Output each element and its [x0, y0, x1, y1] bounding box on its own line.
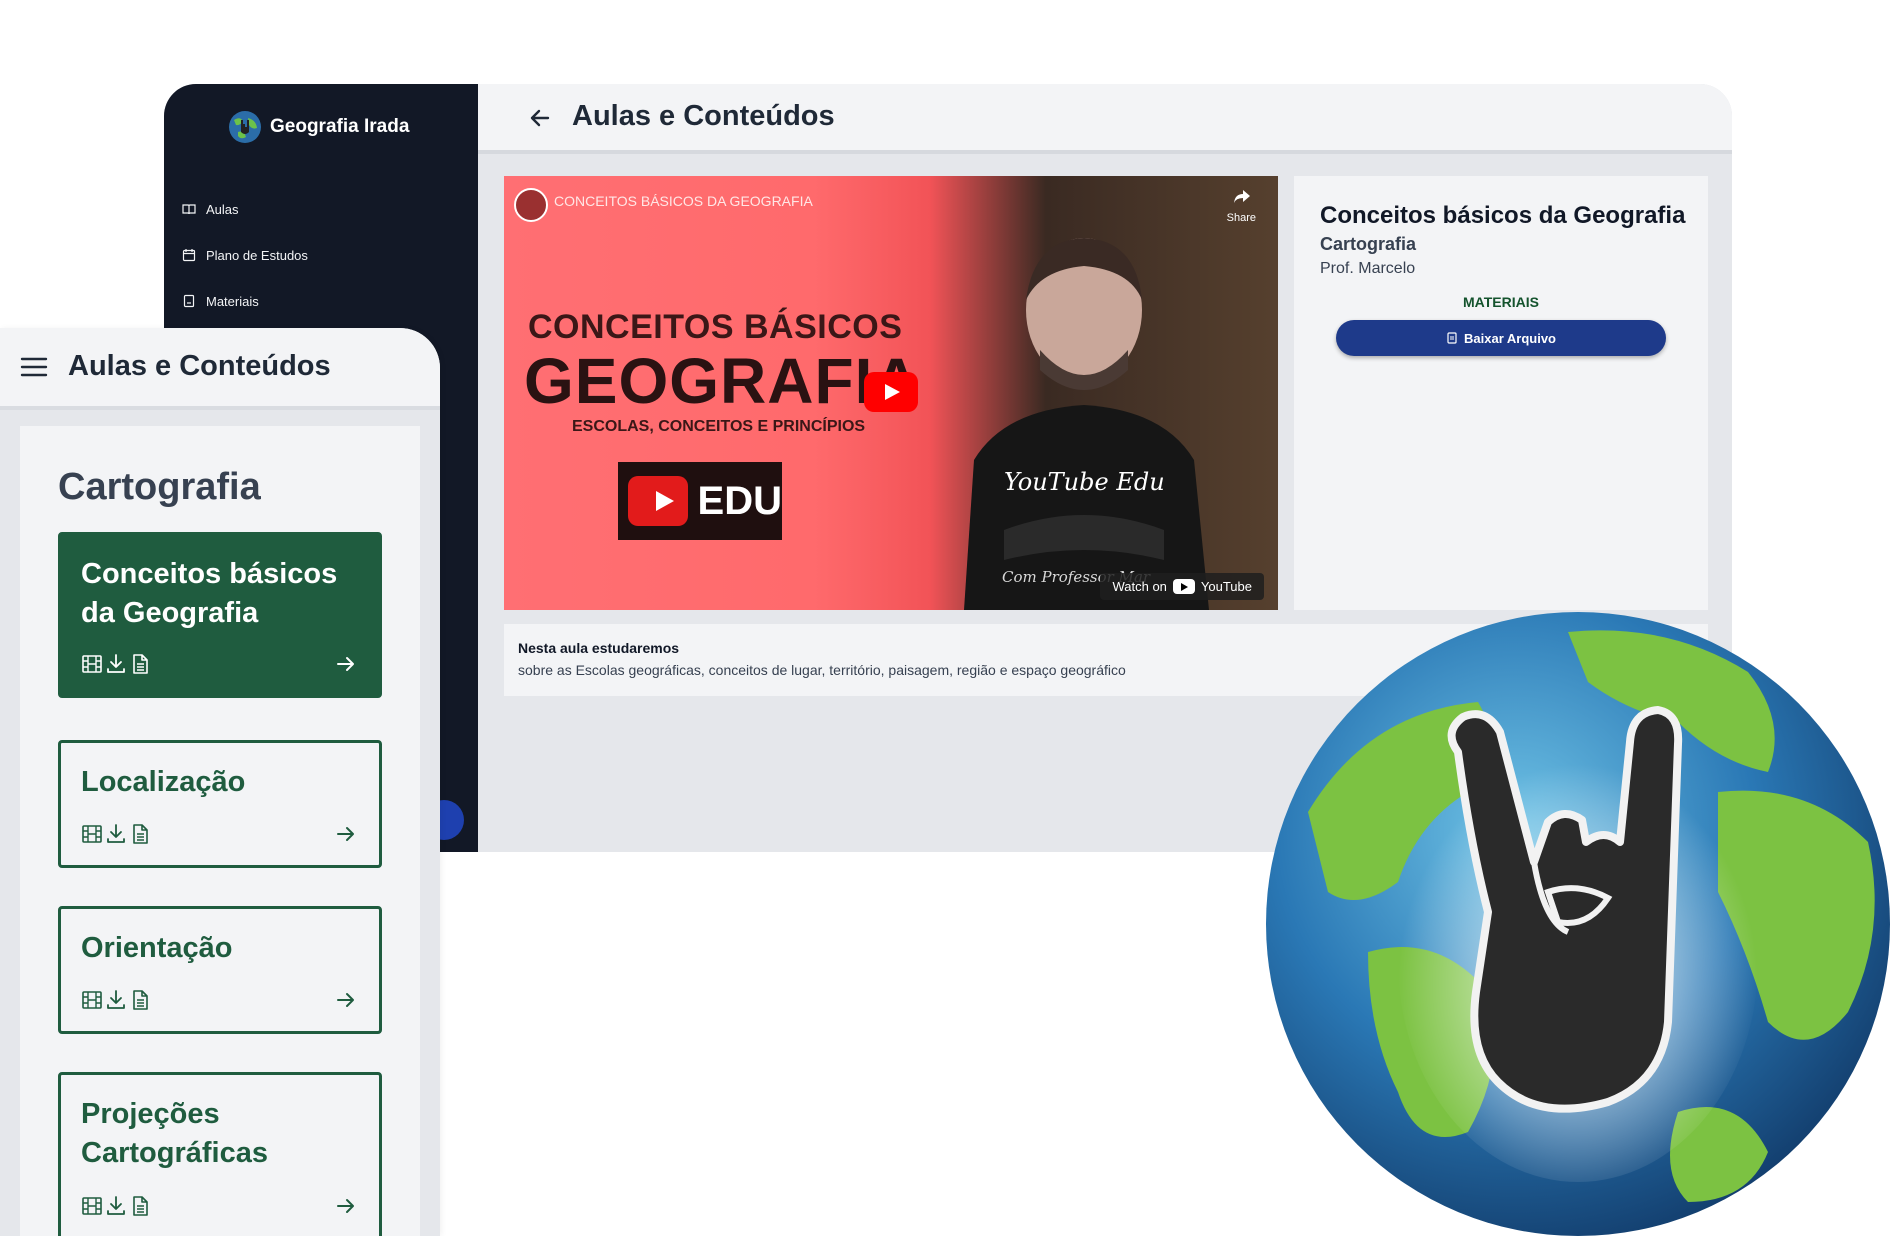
globe-rock-hand-logo-icon: [1266, 612, 1890, 1236]
calendar-icon: [182, 249, 196, 262]
sidebar-item-label: Plano de Estudos: [206, 247, 308, 263]
mobile-header: Aulas e Conteúdos: [0, 328, 440, 410]
page-title: Aulas e Conteúdos: [572, 100, 835, 132]
sidebar-item-aulas[interactable]: Aulas: [182, 186, 308, 232]
brand-name: Geografia Irada: [270, 116, 410, 137]
download-label: Baixar Arquivo: [1464, 330, 1556, 346]
video-title[interactable]: CONCEITOS BÁSICOS DA GEOGRAFIA: [554, 193, 813, 209]
youtube-icon: [1172, 579, 1195, 594]
document-icon: [133, 990, 148, 1010]
lesson-professor: Prof. Marcelo: [1320, 260, 1416, 277]
watch-on-label: Watch on: [1112, 579, 1167, 594]
lesson-card-icons: [81, 1195, 151, 1217]
download-icon: [107, 990, 125, 1009]
sidebar-nav: Aulas Plano de Estudos Materiais: [182, 186, 308, 324]
lesson-card-icons: [81, 823, 151, 845]
youtube-play-button[interactable]: [864, 372, 918, 412]
video-player[interactable]: CONCEITOS BÁSICOS DA GEOGRAFIA Share CON…: [504, 176, 1278, 610]
lesson-card-conceitos-basicos[interactable]: Conceitos básicos da Geografia: [58, 532, 382, 698]
mobile-view: Aulas e Conteúdos Cartografia Conceitos …: [0, 328, 440, 1236]
globe-logo-icon: [229, 111, 261, 143]
lesson-info-card: Conceitos básicos da Geografia Cartograf…: [1294, 176, 1708, 610]
book-icon: [182, 204, 196, 215]
brand[interactable]: Geografia Irada: [228, 110, 409, 144]
lesson-category: Cartografia: [1320, 234, 1417, 254]
download-icon: [107, 1196, 125, 1215]
presenter-image: [964, 238, 1209, 610]
file-icon: [183, 294, 195, 308]
document-icon: [133, 654, 148, 674]
share-label[interactable]: Share: [1227, 212, 1256, 224]
lesson-card-title: Conceitos básicos da Geografia: [81, 558, 338, 629]
share-icon[interactable]: [1232, 186, 1252, 206]
section-title: Cartografia: [58, 466, 261, 508]
film-icon: [82, 655, 102, 673]
youtube-label: YouTube: [1200, 579, 1252, 594]
arrow-right-icon[interactable]: [335, 1195, 357, 1217]
download-icon: [107, 654, 125, 673]
lesson-card-title: Localização: [81, 766, 246, 798]
play-icon: [628, 476, 688, 526]
lesson-card-projecoes-cartograficas[interactable]: Projeções Cartográficas: [58, 1072, 382, 1236]
shirt-text: YouTube Edu: [1004, 468, 1165, 496]
edu-badge-text: EDU: [697, 478, 782, 523]
watch-on-youtube-button[interactable]: Watch on YouTube: [1100, 573, 1264, 600]
sidebar-item-plano-de-estudos[interactable]: Plano de Estudos: [182, 232, 308, 278]
film-icon: [82, 991, 102, 1009]
film-icon: [82, 1197, 102, 1215]
lesson-card-icons: [81, 653, 151, 675]
document-icon: [133, 1196, 148, 1216]
description-text: sobre as Escolas geográficas, conceitos …: [518, 662, 1126, 678]
lesson-card-orientacao[interactable]: Orientação: [58, 906, 382, 1034]
edu-badge: EDU: [618, 462, 782, 540]
arrow-right-icon[interactable]: [335, 653, 357, 675]
description-title: Nesta aula estudaremos: [518, 640, 680, 656]
arrow-right-icon[interactable]: [335, 823, 357, 845]
thumbnail-headline-large: GEOGRAFIA: [524, 345, 921, 417]
channel-avatar[interactable]: [514, 188, 548, 222]
document-icon: [133, 824, 148, 844]
sidebar-item-label: Aulas: [206, 201, 239, 217]
mobile-lesson-list: Cartografia Conceitos básicos da Geograf…: [20, 426, 420, 1236]
header: Aulas e Conteúdos: [478, 84, 1732, 154]
lesson-card-localizacao[interactable]: Localização: [58, 740, 382, 868]
thumbnail-headline: CONCEITOS BÁSICOS: [528, 308, 903, 346]
hamburger-menu-icon[interactable]: [20, 356, 48, 378]
lesson-card-title: Projeções Cartográficas: [81, 1098, 268, 1169]
file-icon: [1447, 332, 1457, 344]
film-icon: [82, 825, 102, 843]
mobile-page-title: Aulas e Conteúdos: [68, 350, 331, 382]
lesson-card-icons: [81, 989, 151, 1011]
materials-heading: MATERIAIS: [1463, 294, 1539, 310]
download-icon: [107, 824, 125, 843]
sidebar-item-label: Materiais: [206, 293, 259, 309]
back-arrow-icon[interactable]: [528, 106, 552, 130]
sidebar-item-materiais[interactable]: Materiais: [182, 278, 308, 324]
download-file-button[interactable]: Baixar Arquivo: [1336, 320, 1666, 356]
lesson-title: Conceitos básicos da Geografia: [1320, 202, 1686, 229]
arrow-right-icon[interactable]: [335, 989, 357, 1011]
lesson-card-title: Orientação: [81, 932, 233, 964]
thumbnail-subheadline: ESCOLAS, CONCEITOS E PRINCÍPIOS: [572, 418, 866, 435]
